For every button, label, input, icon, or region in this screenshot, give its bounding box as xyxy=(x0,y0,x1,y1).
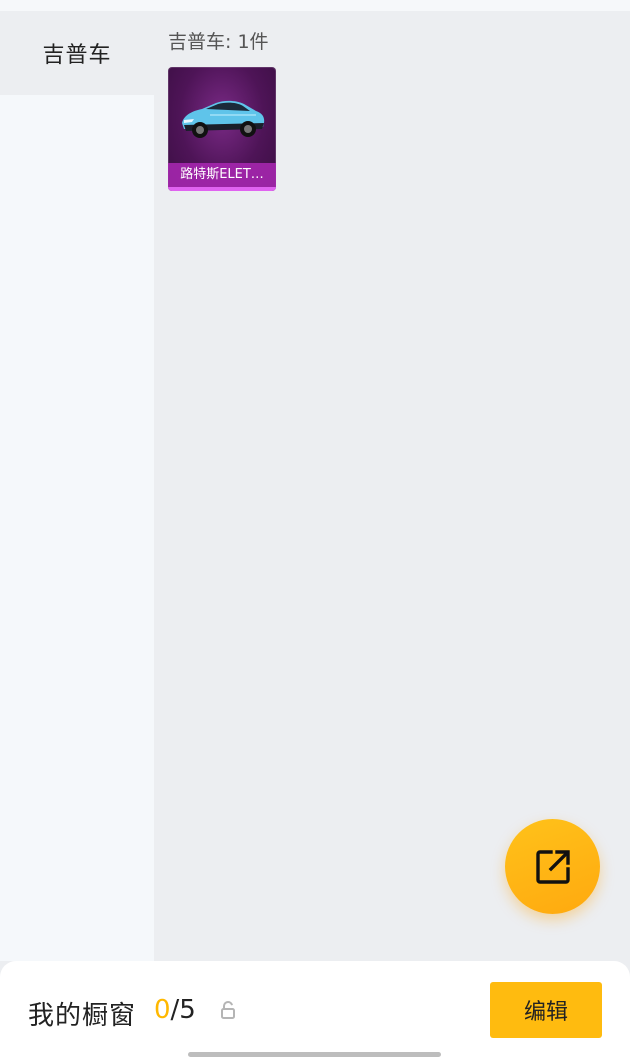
share-button[interactable] xyxy=(505,819,600,914)
lock-icon xyxy=(221,1001,235,1019)
category-count: 吉普车: 1件 xyxy=(168,31,269,53)
bottom-bar: 我的橱窗 0/5 编辑 xyxy=(0,961,630,1059)
top-strip xyxy=(0,0,630,11)
category-sidebar: 吉普车 xyxy=(0,11,154,961)
car-icon xyxy=(182,100,265,138)
home-indicator xyxy=(188,1052,441,1057)
sidebar-item-jeep[interactable]: 吉普车 xyxy=(0,11,154,95)
product-name: 路特斯ELET… xyxy=(168,163,276,187)
sidebar-item-label: 吉普车 xyxy=(42,43,112,68)
my-window-label: 我的橱窗 xyxy=(28,1001,137,1031)
edit-button[interactable]: 编辑 xyxy=(490,982,602,1038)
share-external-icon xyxy=(535,849,570,884)
window-count: 0/5 xyxy=(154,995,196,1025)
window-count-current: 0 xyxy=(154,995,171,1025)
product-card[interactable]: 路特斯ELET… xyxy=(168,67,276,191)
window-count-total: /5 xyxy=(170,995,196,1025)
